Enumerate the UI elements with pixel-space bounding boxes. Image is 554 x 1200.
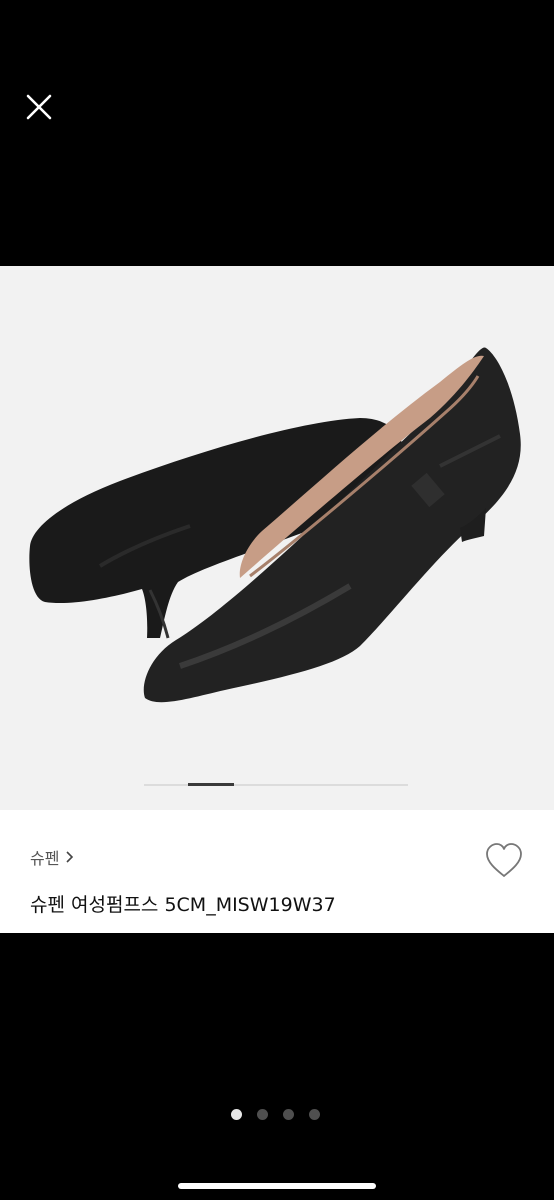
page-dot-2[interactable] [257, 1109, 268, 1120]
home-indicator[interactable] [178, 1183, 376, 1189]
chevron-right-icon [66, 851, 74, 863]
favorite-button[interactable] [484, 842, 524, 880]
brand-name: 슈펜 [30, 849, 60, 868]
image-scroll-indicator [144, 783, 408, 786]
product-image-carousel[interactable] [0, 266, 554, 810]
bottom-area [0, 933, 554, 1200]
close-button[interactable] [20, 88, 58, 126]
page-indicator-dots [231, 1109, 320, 1120]
brand-link[interactable]: 슈펜 [30, 846, 74, 868]
top-bar [0, 0, 554, 266]
page-dot-4[interactable] [309, 1109, 320, 1120]
page-dot-1[interactable] [231, 1109, 242, 1120]
close-icon [26, 94, 52, 120]
image-scroll-indicator-active [188, 783, 234, 786]
product-info-panel: 슈펜 슈펜 여성펌프스 5CM_MISW19W37 [0, 810, 554, 933]
page-dot-3[interactable] [283, 1109, 294, 1120]
product-image [29, 347, 521, 703]
product-title: 슈펜 여성펌프스 5CM_MISW19W37 [30, 894, 336, 916]
heart-outline-icon [486, 843, 522, 877]
